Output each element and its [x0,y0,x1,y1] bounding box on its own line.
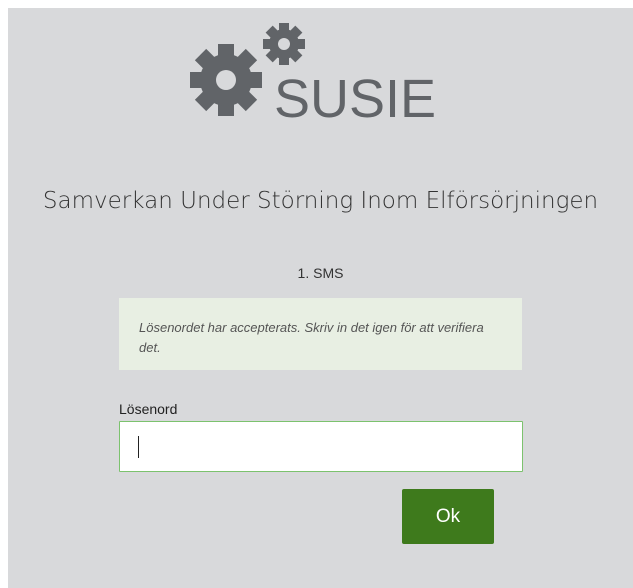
text-caret [138,436,139,458]
susie-logo: SUSIE [180,22,460,152]
app-title: Samverkan Under Störning Inom Elförsörjn… [42,188,599,214]
ok-button[interactable]: Ok [402,489,494,544]
logo-text: SUSIE [274,69,437,129]
info-message-text: Lösenordet har accepterats. Skriv in det… [139,320,484,355]
password-label: Lösenord [119,401,178,417]
info-message-box: Lösenordet har accepterats. Skriv in det… [119,298,522,370]
step-label: 1. SMS [297,265,344,281]
login-panel: SUSIE Samverkan Under Störning Inom Elfö… [8,8,633,588]
password-input[interactable] [119,421,523,472]
